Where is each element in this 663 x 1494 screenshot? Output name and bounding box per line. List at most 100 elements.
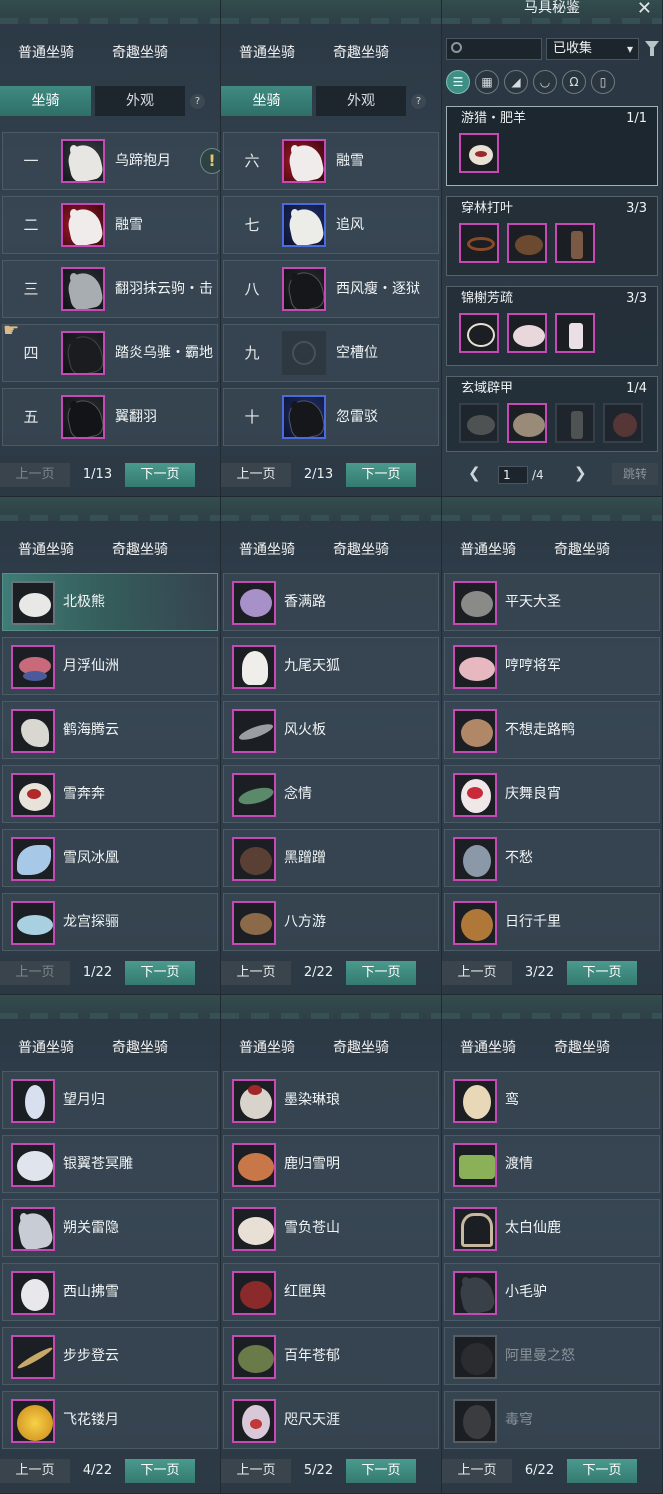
fun-mount-row[interactable]: 龙宫探骊 xyxy=(2,893,218,951)
help-icon[interactable]: ? xyxy=(190,94,205,109)
fun-mount-row[interactable]: 渡情 xyxy=(444,1135,660,1193)
fun-mount-row[interactable]: 八方游 xyxy=(223,893,439,951)
fun-mount-row[interactable]: 步步登云 xyxy=(2,1327,218,1385)
saddle-item-icon[interactable] xyxy=(507,313,547,353)
tab-fun-mounts[interactable]: 奇趣坐骑 xyxy=(295,1035,389,1061)
fun-mount-row[interactable]: 咫尺天涯 xyxy=(223,1391,439,1449)
tab-normal-mounts[interactable]: 普通坐骑 xyxy=(0,1035,74,1061)
tab-fun-mounts[interactable]: 奇趣坐骑 xyxy=(516,1035,610,1061)
bridle-item-icon[interactable] xyxy=(459,223,499,263)
collection-filter-select[interactable]: 已收集 ▾ xyxy=(546,38,639,60)
tab-fun-mounts[interactable]: 奇趣坐骑 xyxy=(74,1035,168,1061)
fun-mount-row[interactable]: 朔关雷隐 xyxy=(2,1199,218,1257)
category-collar-icon[interactable]: ◡ xyxy=(533,70,557,94)
fun-mount-row[interactable]: 鹿归雪明 xyxy=(223,1135,439,1193)
next-page-button[interactable]: 下一页 xyxy=(346,961,416,985)
fun-mount-row[interactable]: 香满路 xyxy=(223,573,439,631)
saddle-item-icon[interactable] xyxy=(507,223,547,263)
next-page-button[interactable]: 下一页 xyxy=(567,961,637,985)
equipment-set[interactable]: 锦榭芳疏 3/3 xyxy=(446,286,658,366)
tab-normal-mounts[interactable]: 普通坐骑 xyxy=(221,1035,295,1061)
next-arrow-icon[interactable]: ❯ xyxy=(574,464,587,482)
fun-mount-row[interactable]: 太白仙鹿 xyxy=(444,1199,660,1257)
tab-normal-mounts[interactable]: 普通坐骑 xyxy=(0,537,74,563)
equipment-set[interactable]: 玄域辟甲 1/4 xyxy=(446,376,658,452)
fun-mount-row[interactable]: 雪负苍山 xyxy=(223,1199,439,1257)
mount-slot-row[interactable]: 三 翻羽抹云驹・击 xyxy=(2,260,218,318)
mount-slot-row[interactable]: 六 融雪 xyxy=(223,132,439,190)
jump-button[interactable]: 跳转 xyxy=(612,463,658,485)
tab-fun-mounts[interactable]: 奇趣坐骑 xyxy=(74,40,168,66)
fun-mount-row[interactable]: 小毛驴 xyxy=(444,1263,660,1321)
page-input[interactable]: 1 xyxy=(498,466,528,484)
fun-mount-row[interactable]: 阿里曼之怒 xyxy=(444,1327,660,1385)
fun-mount-row[interactable]: 念情 xyxy=(223,765,439,823)
prev-page-button[interactable]: 上一页 xyxy=(0,961,70,985)
fun-mount-row[interactable]: 风火板 xyxy=(223,701,439,759)
fun-mount-row[interactable]: 雪凤冰凰 xyxy=(2,829,218,887)
tab-normal-mounts[interactable]: 普通坐骑 xyxy=(0,40,74,66)
next-page-button[interactable]: 下一页 xyxy=(346,463,416,487)
fun-mount-row[interactable]: 不想走路鸭 xyxy=(444,701,660,759)
category-grid-icon[interactable]: ▦ xyxy=(475,70,499,94)
subtab-appearance[interactable]: 外观 xyxy=(316,86,406,116)
tab-normal-mounts[interactable]: 普通坐骑 xyxy=(221,40,295,66)
fun-mount-row[interactable]: 鸾 xyxy=(444,1071,660,1129)
filter-icon[interactable] xyxy=(645,41,659,56)
fun-mount-row[interactable]: 望月归 xyxy=(2,1071,218,1129)
tab-fun-mounts[interactable]: 奇趣坐骑 xyxy=(516,537,610,563)
mount-slot-row[interactable]: 二 融雪 xyxy=(2,196,218,254)
next-page-button[interactable]: 下一页 xyxy=(567,1459,637,1483)
next-page-button[interactable]: 下一页 xyxy=(125,463,195,487)
fun-mount-row[interactable]: 鹤海腾云 xyxy=(2,701,218,759)
fun-mount-row[interactable]: 百年苍郁 xyxy=(223,1327,439,1385)
bridle-item-icon[interactable] xyxy=(459,313,499,353)
help-icon[interactable]: ? xyxy=(411,94,426,109)
fun-mount-row[interactable]: 雪奔奔 xyxy=(2,765,218,823)
bridle-item-icon[interactable] xyxy=(459,403,499,443)
next-page-button[interactable]: 下一页 xyxy=(125,961,195,985)
fun-mount-row[interactable]: 银翼苍冥雕 xyxy=(2,1135,218,1193)
equipment-set[interactable]: 穿林打叶 3/3 xyxy=(446,196,658,276)
saddle-item-icon[interactable] xyxy=(459,133,499,173)
prev-page-button[interactable]: 上一页 xyxy=(442,1459,512,1483)
fun-mount-row[interactable]: 日行千里 xyxy=(444,893,660,951)
next-page-button[interactable]: 下一页 xyxy=(125,1459,195,1483)
tab-normal-mounts[interactable]: 普通坐骑 xyxy=(221,537,295,563)
fun-mount-row[interactable]: 平天大圣 xyxy=(444,573,660,631)
prev-page-button[interactable]: 上一页 xyxy=(221,1459,291,1483)
mount-slot-row[interactable]: 八 西风瘦・逐狱 xyxy=(223,260,439,318)
prev-page-button[interactable]: 上一页 xyxy=(221,961,291,985)
prev-page-button[interactable]: 上一页 xyxy=(0,1459,70,1483)
next-page-button[interactable]: 下一页 xyxy=(346,1459,416,1483)
fun-mount-row[interactable]: 庆舞良宵 xyxy=(444,765,660,823)
fun-mount-row[interactable]: 不愁 xyxy=(444,829,660,887)
tab-normal-mounts[interactable]: 普通坐骑 xyxy=(442,537,516,563)
fun-mount-row[interactable]: 北极熊 xyxy=(2,573,218,631)
mount-slot-row[interactable]: 四 踏炎乌骓・霸地 xyxy=(2,324,218,382)
tab-fun-mounts[interactable]: 奇趣坐骑 xyxy=(295,40,389,66)
fun-mount-row[interactable]: 飞花镂月 xyxy=(2,1391,218,1449)
fun-mount-row[interactable]: 红匣舆 xyxy=(223,1263,439,1321)
close-icon[interactable]: ✕ xyxy=(637,0,652,19)
prev-page-button[interactable]: 上一页 xyxy=(0,463,70,487)
prev-page-button[interactable]: 上一页 xyxy=(221,463,291,487)
subtab-mount[interactable]: 坐骑 xyxy=(0,86,91,116)
tab-fun-mounts[interactable]: 奇趣坐骑 xyxy=(295,537,389,563)
equipment-set[interactable]: 游猎・肥羊 1/1 xyxy=(446,106,658,186)
search-input[interactable] xyxy=(446,38,542,60)
mount-slot-row[interactable]: 十 忽雷驳 xyxy=(223,388,439,446)
prev-page-button[interactable]: 上一页 xyxy=(442,961,512,985)
fun-mount-row[interactable]: 西山拂雪 xyxy=(2,1263,218,1321)
mount-slot-row[interactable]: 七 追风 xyxy=(223,196,439,254)
tab-fun-mounts[interactable]: 奇趣坐骑 xyxy=(74,537,168,563)
fun-mount-row[interactable]: 墨染琳琅 xyxy=(223,1071,439,1129)
fun-mount-row[interactable]: 九尾天狐 xyxy=(223,637,439,695)
mount-slot-row[interactable]: 一 乌蹄抱月 xyxy=(2,132,218,190)
leg-armor-item-icon[interactable] xyxy=(555,313,595,353)
fun-mount-row[interactable]: 哼哼将军 xyxy=(444,637,660,695)
leg-armor-item-icon[interactable] xyxy=(555,403,595,443)
category-armor-icon[interactable]: ▯ xyxy=(591,70,615,94)
mount-slot-row[interactable]: 五 翼翻羽 xyxy=(2,388,218,446)
prev-arrow-icon[interactable]: ❮ xyxy=(468,464,481,482)
